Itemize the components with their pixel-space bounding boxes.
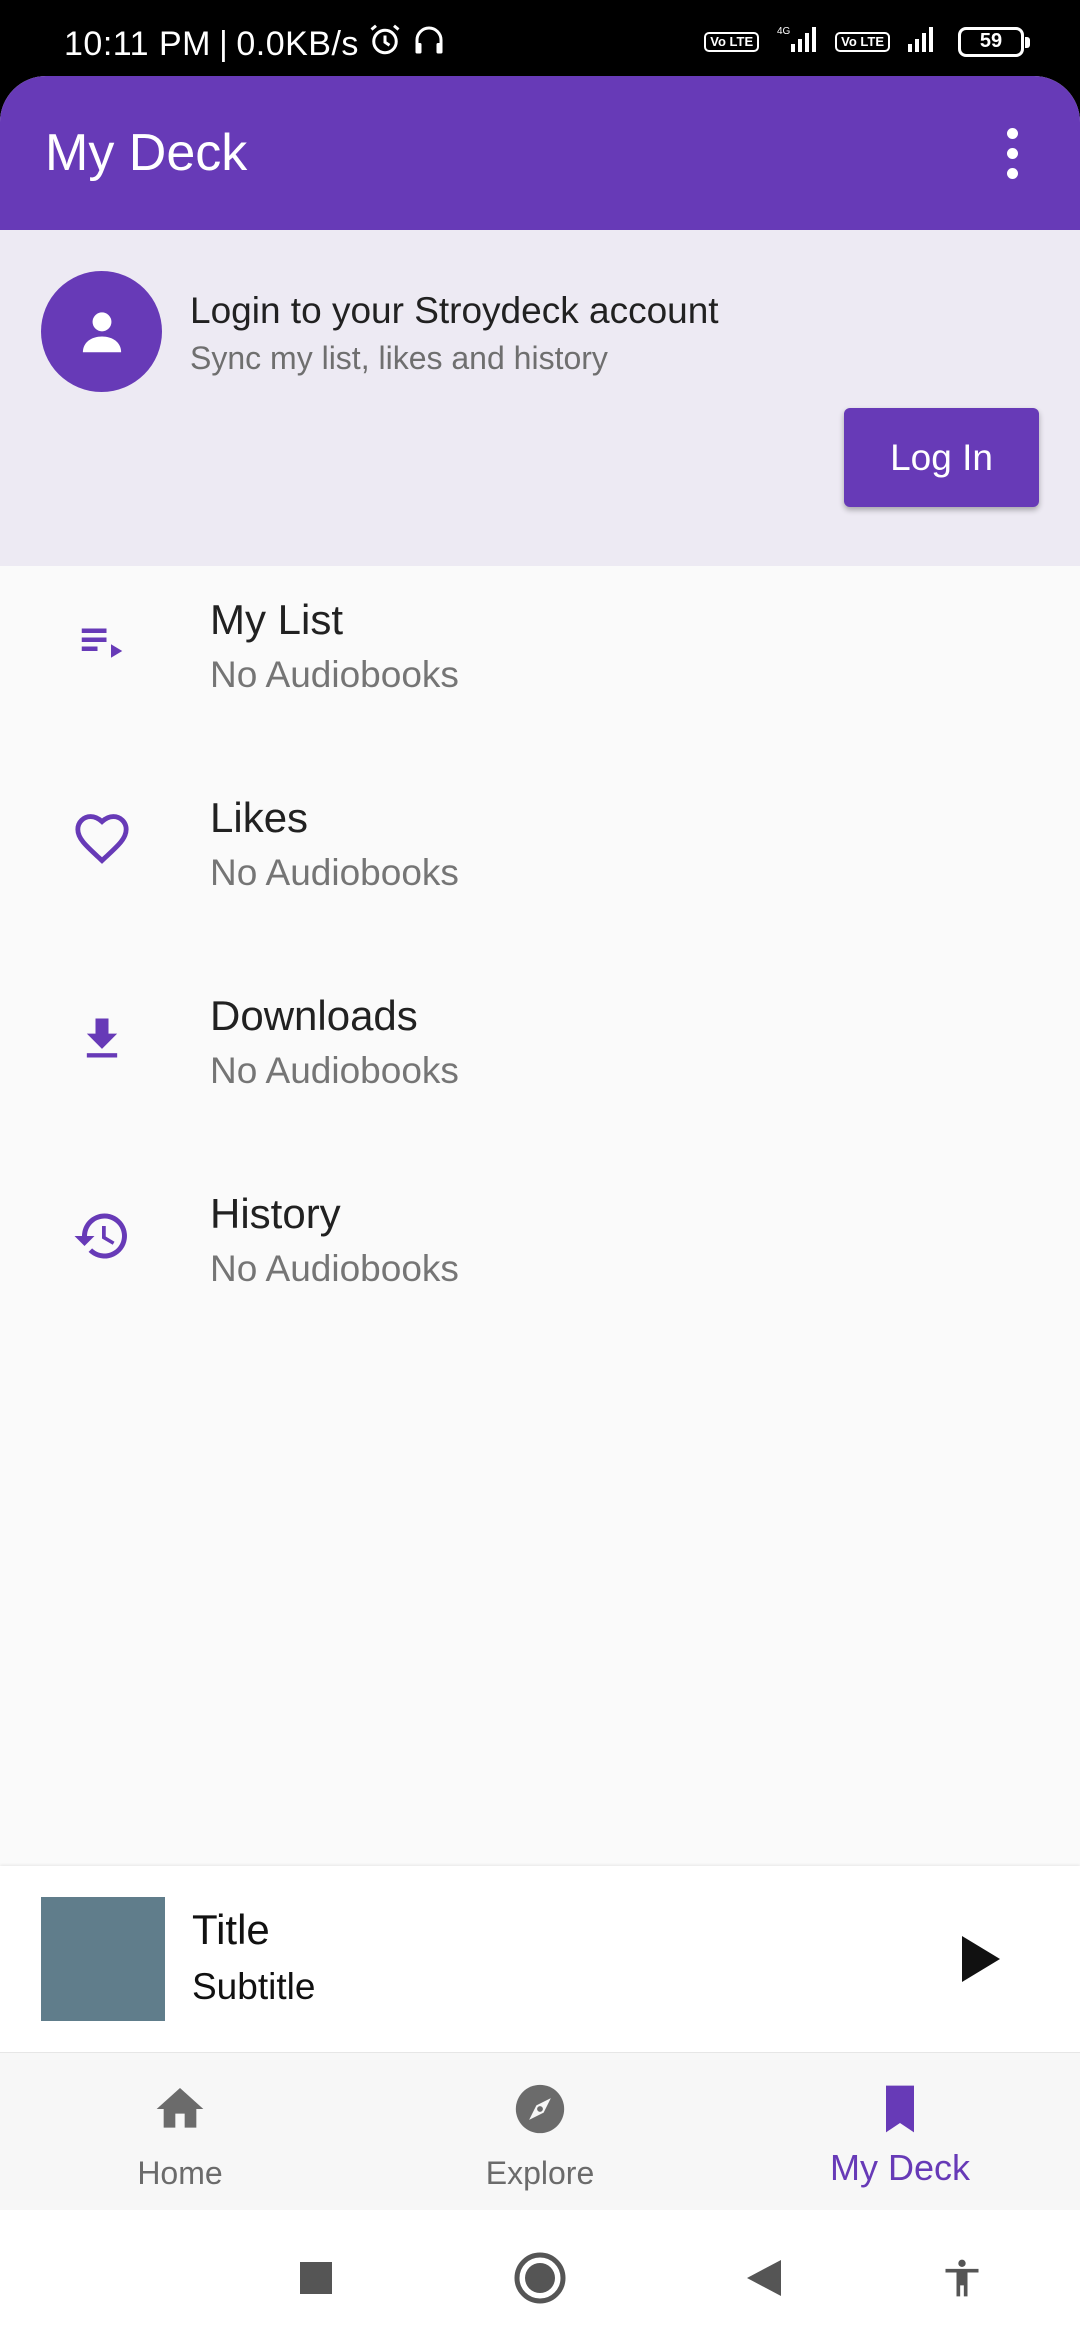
login-title: Login to your Stroydeck account [190,290,719,331]
status-bar: 10:11 PM | 0.0KB/s Vo LTE 4G Vo LTE 59 [0,0,1080,76]
playlist-play-icon [66,606,138,678]
menu-item-history[interactable]: History No Audiobooks [0,1160,1080,1358]
menu-label: My List [210,596,344,643]
volte-badge: Vo LTE [704,31,760,52]
nav-label: My Deck [829,2147,970,2188]
play-icon [962,1936,1000,1982]
login-subtitle: Sync my list, likes and history [190,340,608,376]
download-icon [66,1002,138,1074]
status-net-speed: 0.0KB/s [236,25,359,63]
menu-item-my-list[interactable]: My List No Audiobooks [0,566,1080,764]
menu-sub: No Audiobooks [210,1248,459,1289]
bookmark-icon [870,2079,930,2139]
volte-badge-2: Vo LTE [835,31,890,52]
system-nav-bar [0,2210,1080,2340]
home-icon [150,2079,210,2139]
menu-label: History [210,1190,341,1237]
circle-icon [514,2252,566,2304]
battery-icon: 59 [958,26,1030,57]
history-icon [66,1200,138,1272]
app-screen: My Deck Login to your Stroydeck account … [0,76,1080,2210]
status-right: Vo LTE 4G Vo LTE 59 [704,24,1030,59]
login-button[interactable]: Log In [844,408,1039,507]
menu-sub: No Audiobooks [210,654,459,695]
avatar [41,271,162,392]
menu-item-likes[interactable]: Likes No Audiobooks [0,764,1080,962]
square-icon [300,2262,332,2294]
heart-outline-icon [66,804,138,876]
compass-icon [510,2079,570,2139]
mini-player[interactable]: Title Subtitle [0,1866,1080,2052]
mini-player-artwork [41,1897,165,2021]
triangle-back-icon [747,2260,781,2296]
accessibility-icon [945,2259,979,2297]
more-vert-icon[interactable] [988,113,1036,193]
menu-sub: No Audiobooks [210,852,459,893]
menu-sub: No Audiobooks [210,1050,459,1091]
deck-menu: My List No Audiobooks Likes No Audiobook… [0,566,1080,1358]
net-type-label: 4G [777,26,791,37]
nav-label: Explore [485,2155,595,2191]
menu-item-downloads[interactable]: Downloads No Audiobooks [0,962,1080,1160]
nav-item-my-deck[interactable]: My Deck [720,2053,1080,2210]
back-button[interactable] [736,2250,792,2306]
menu-label: Likes [210,794,309,841]
app-bar: My Deck [0,76,1080,230]
bottom-nav: Home Explore My Deck [0,2052,1080,2210]
accessibility-button[interactable] [934,2250,990,2306]
nav-item-home[interactable]: Home [0,2053,360,2210]
person-icon [82,311,121,352]
play-button[interactable] [950,1929,1010,1989]
signal-icon: 4G [773,24,821,59]
recents-button[interactable] [288,2250,344,2306]
home-button[interactable] [512,2250,568,2306]
status-time: 10:11 PM [64,25,212,63]
battery-level: 59 [979,30,1003,52]
page-title: My Deck [45,124,248,182]
nav-item-explore[interactable]: Explore [360,2053,720,2210]
headset-icon [411,22,447,67]
status-separator: | [219,25,229,63]
signal-icon-2 [904,24,944,59]
alarm-icon [367,22,403,67]
status-left: 10:11 PM | 0.0KB/s [64,22,447,67]
nav-label: Home [137,2155,223,2191]
menu-label: Downloads [210,992,418,1039]
mini-player-subtitle: Subtitle [192,1966,316,2007]
login-card: Login to your Stroydeck account Sync my … [0,230,1080,566]
mini-player-title: Title [192,1906,270,1953]
